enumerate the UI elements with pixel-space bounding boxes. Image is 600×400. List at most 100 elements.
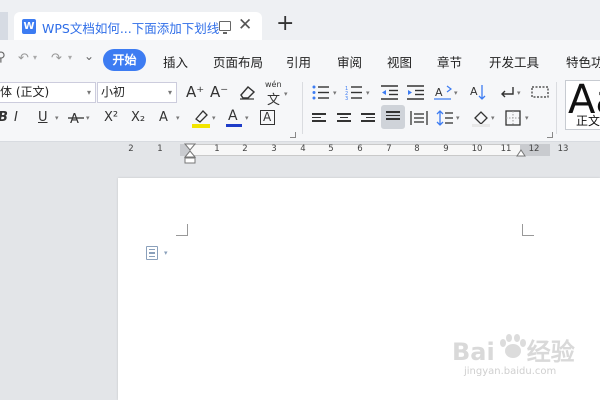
font-color-swatch: [226, 124, 242, 127]
phonetic-guide-icon[interactable]: wén 文 ▾: [264, 80, 288, 108]
baidu-paw-icon: [498, 334, 528, 360]
sort-icon[interactable]: A: [470, 84, 488, 104]
line-spacing-icon[interactable]: [436, 109, 454, 130]
decrease-indent-icon[interactable]: [381, 85, 399, 103]
customize-toolbar-icon[interactable]: ⌄: [84, 49, 94, 63]
redo-dropdown-icon[interactable]: ▾: [68, 53, 72, 62]
superscript-button[interactable]: X²: [104, 110, 118, 126]
bullet-list-icon[interactable]: [312, 85, 330, 103]
ruler-tick: 8: [414, 144, 420, 154]
document-tab[interactable]: W WPS文档如何...下面添加下划线 ✕: [14, 12, 262, 42]
ruler-right-indent-marker[interactable]: [516, 148, 526, 158]
borders-icon[interactable]: [505, 110, 521, 129]
chevron-down-icon[interactable]: ▾: [176, 114, 180, 122]
ruler-tick: 1: [157, 144, 163, 154]
svg-text:A: A: [435, 86, 443, 99]
ruler-tick: 12: [528, 144, 540, 154]
ruler-indent-marker[interactable]: [183, 143, 197, 165]
menu-bar: ⚲ ↶ ▾ ↷ ▾ ⌄ 开始 插入 页面布局 引用 审阅 视图 章节 开发工具 …: [0, 40, 600, 76]
search-icon[interactable]: ⚲: [0, 50, 6, 65]
align-right-icon[interactable]: [361, 113, 375, 125]
underline-dropdown-icon[interactable]: ▾: [55, 114, 59, 122]
chevron-down-icon[interactable]: ▾: [284, 90, 288, 98]
strikethrough-icon[interactable]: A: [68, 110, 84, 129]
style-preview-label: 正文: [576, 114, 600, 128]
ruler-tick: 2: [128, 144, 134, 154]
menu-tab-home[interactable]: 开始: [103, 49, 146, 71]
ruler-tick: 1: [214, 144, 220, 154]
ruler-tick: 9: [443, 144, 449, 154]
font-name-select[interactable]: 体 (正文) ▾: [0, 82, 96, 103]
italic-button[interactable]: I: [14, 110, 18, 126]
chevron-down-icon[interactable]: ▾: [366, 89, 370, 97]
redo-icon[interactable]: ↷: [51, 51, 62, 66]
watermark-url: jingyan.baidu.com: [464, 366, 557, 377]
shading-icon[interactable]: [472, 109, 490, 130]
menu-tab-page-layout[interactable]: 页面布局: [213, 52, 263, 71]
highlight-color-button[interactable]: [192, 108, 210, 128]
ruler-tick: 13: [557, 144, 569, 154]
chevron-down-icon[interactable]: ▾: [517, 89, 521, 97]
undo-dropdown-icon[interactable]: ▾: [33, 53, 37, 62]
svg-text:3: 3: [345, 96, 348, 100]
ruler-tick: 7: [386, 144, 392, 154]
close-tab-icon[interactable]: ✕: [238, 15, 252, 35]
menu-tab-review[interactable]: 审阅: [337, 52, 362, 71]
paragraph-layout-icon[interactable]: [146, 246, 158, 260]
clear-formatting-icon[interactable]: [238, 84, 256, 100]
document-tab-title[interactable]: WPS文档如何...下面添加下划线: [42, 18, 219, 37]
chevron-down-icon[interactable]: ▾: [86, 114, 90, 122]
ruler-tick: 10: [471, 144, 483, 154]
font-dialog-launcher-icon[interactable]: [290, 132, 296, 138]
character-border-letter: A: [263, 110, 272, 124]
distributed-align-icon[interactable]: [410, 110, 428, 129]
font-size-value: 小初: [101, 85, 126, 99]
menu-tab-view[interactable]: 视图: [387, 52, 412, 71]
chevron-down-icon[interactable]: ▾: [245, 114, 249, 122]
paragraph-dialog-launcher-icon[interactable]: [547, 132, 553, 138]
chevron-down-icon[interactable]: ▾: [491, 114, 495, 122]
divider: [302, 82, 303, 134]
bold-button[interactable]: B: [0, 110, 8, 126]
menu-tab-chapter[interactable]: 章节: [437, 52, 462, 71]
detach-window-icon[interactable]: [219, 21, 231, 34]
menu-tab-insert[interactable]: 插入: [163, 52, 188, 71]
ruler-tick: 3: [271, 144, 277, 154]
chevron-down-icon[interactable]: ▾: [333, 89, 337, 97]
menu-tab-features[interactable]: 特色功: [566, 52, 600, 71]
font-color-letter: A: [228, 108, 238, 124]
previous-tab-edge[interactable]: [0, 12, 8, 40]
character-border-button[interactable]: A: [260, 110, 275, 125]
font-size-select[interactable]: 小初 ▾: [97, 82, 177, 103]
ruler-tick: 5: [328, 144, 334, 154]
style-preview-normal[interactable]: Aa 正文: [565, 77, 600, 130]
undo-icon[interactable]: ↶: [18, 51, 29, 66]
text-direction-icon[interactable]: A: [434, 84, 452, 104]
align-center-icon[interactable]: [337, 113, 351, 125]
justify-button-active[interactable]: [381, 105, 405, 129]
line-break-icon[interactable]: [499, 85, 515, 103]
chevron-down-icon[interactable]: ▾: [456, 114, 460, 122]
shrink-font-icon[interactable]: A⁻: [210, 84, 228, 100]
underline-button[interactable]: U: [38, 110, 48, 126]
grow-font-icon[interactable]: A⁺: [186, 84, 204, 100]
numbered-list-icon[interactable]: 123: [345, 85, 363, 103]
wps-writer-icon: W: [22, 19, 36, 34]
text-effect-button[interactable]: A: [159, 110, 168, 126]
phonetic-char-label: 文: [267, 93, 281, 108]
menu-tab-references[interactable]: 引用: [286, 52, 311, 71]
align-left-icon[interactable]: [312, 113, 326, 125]
menu-tab-developer[interactable]: 开发工具: [489, 52, 539, 71]
chevron-down-icon[interactable]: ▾: [525, 114, 529, 122]
subscript-button[interactable]: X₂: [131, 110, 145, 126]
chevron-down-icon[interactable]: ▾: [164, 249, 168, 257]
baidu-jingyan-watermark: Bai 经验 jingyan.baidu.com: [452, 332, 592, 382]
chevron-down-icon[interactable]: ▾: [212, 114, 216, 122]
font-color-button[interactable]: A: [226, 108, 242, 128]
new-tab-plus-icon[interactable]: +: [276, 11, 294, 36]
show-hide-marks-icon[interactable]: [531, 86, 549, 102]
svg-text:A: A: [470, 85, 478, 98]
chevron-down-icon: ▾: [86, 88, 91, 97]
increase-indent-icon[interactable]: [407, 85, 425, 103]
chevron-down-icon[interactable]: ▾: [454, 89, 458, 97]
